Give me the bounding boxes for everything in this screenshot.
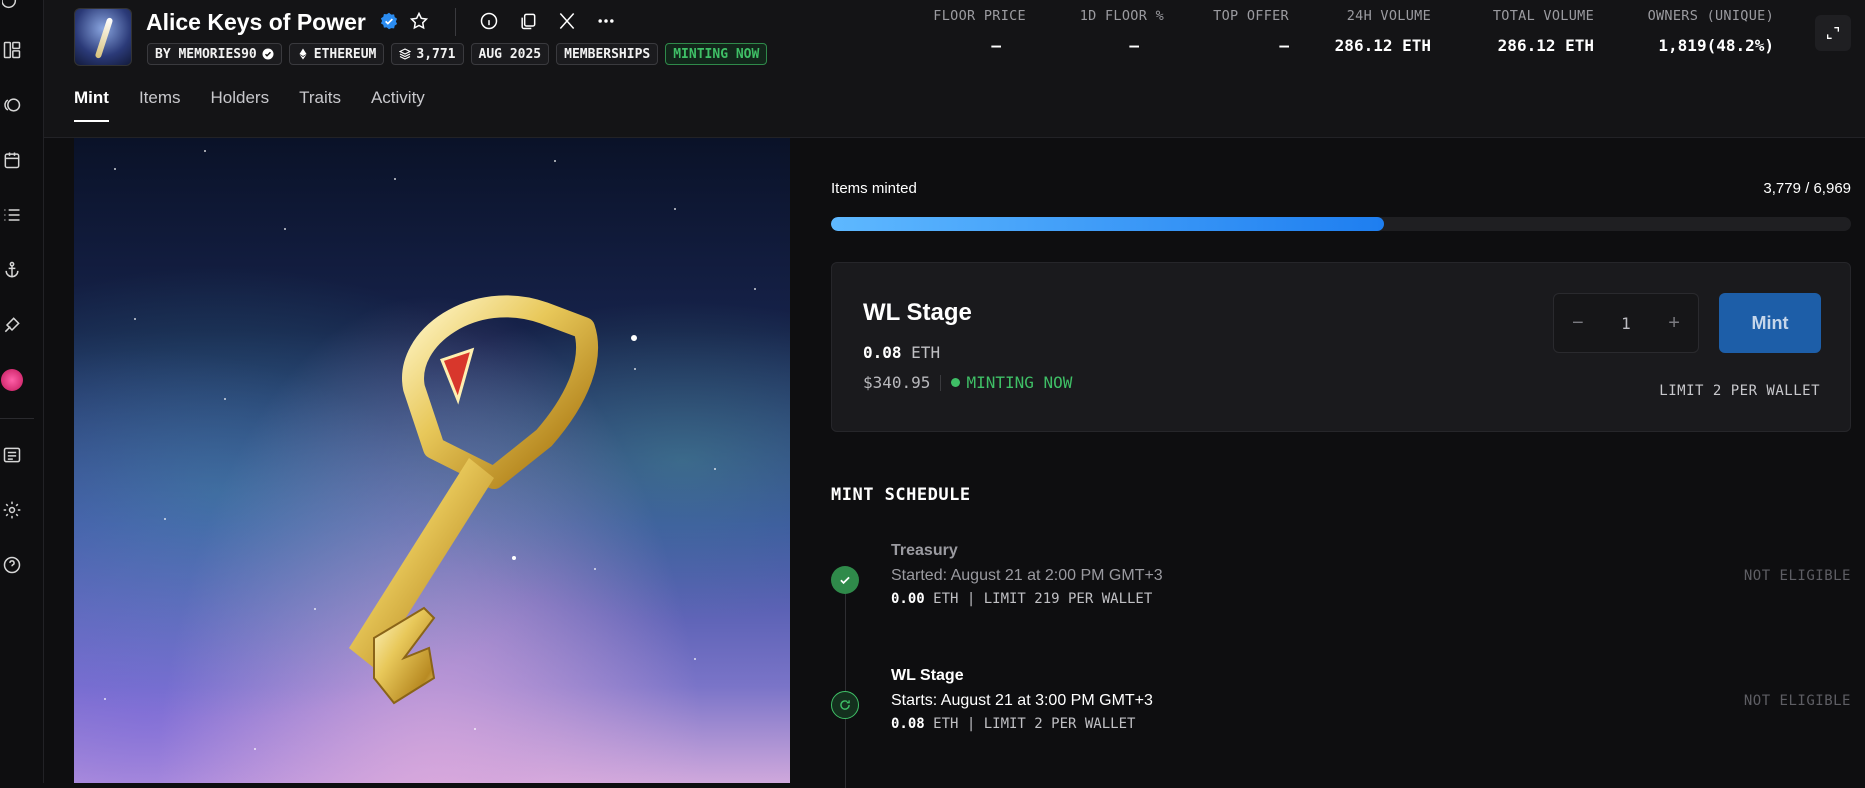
items-minted-count: 3,779 / 6,969 xyxy=(1763,180,1851,197)
eligibility-status: NOT ELIGIBLE xyxy=(1743,693,1851,709)
mint-schedule-title: MINT SCHEDULE xyxy=(831,485,971,505)
stat-owners: OWNERS (UNIQUE) 1,819(48.2%) xyxy=(1647,8,1774,55)
decrease-button[interactable]: − xyxy=(1572,312,1584,335)
schedule-item-name: WL Stage xyxy=(891,667,964,684)
live-dot-icon xyxy=(951,378,961,387)
list-icon[interactable] xyxy=(0,203,24,227)
items-count-label: 3,771 xyxy=(416,46,456,62)
tab-traits[interactable]: Traits xyxy=(299,88,341,122)
mint-panel: Items minted 3,779 / 6,969 WL Stage 0.08… xyxy=(831,138,1851,788)
chain-label: ETHEREUM xyxy=(313,46,377,62)
avatar-icon[interactable] xyxy=(0,368,24,392)
stat-top-offer: TOP OFFER – xyxy=(1213,8,1289,55)
stat-24h-volume: 24H VOLUME 286.12 ETH xyxy=(1334,8,1431,55)
tab-items[interactable]: Items xyxy=(139,88,181,122)
mint-progress-fill xyxy=(831,217,1384,231)
stage-usd-value: $340.95 xyxy=(863,373,931,392)
anchor-icon[interactable] xyxy=(0,258,24,282)
stat-total-volume: TOTAL VOLUME 286.12 ETH xyxy=(1492,8,1594,55)
expand-button[interactable] xyxy=(1815,15,1851,51)
ethereum-icon xyxy=(299,48,307,60)
category-label: MEMBERSHIPS xyxy=(564,46,651,62)
layers-icon xyxy=(399,48,412,60)
schedule-item-details: 0.08 ETH | LIMIT 2 PER WALLET xyxy=(891,716,1136,732)
expand-icon xyxy=(1827,27,1839,39)
x-twitter-icon[interactable] xyxy=(556,10,578,32)
sidebar-divider xyxy=(0,418,34,419)
creator-label: BY MEMORIES90 xyxy=(155,46,257,62)
help-icon[interactable] xyxy=(0,553,24,577)
logo-icon[interactable] xyxy=(0,0,24,16)
mint-button[interactable]: Mint xyxy=(1719,293,1821,353)
grid-icon[interactable] xyxy=(0,38,24,62)
category-chip[interactable]: MEMBERSHIPS xyxy=(556,43,659,65)
creator-chip[interactable]: BY MEMORIES90 xyxy=(147,43,282,65)
stat-floor-price: FLOOR PRICE – xyxy=(933,8,1026,55)
tab-activity[interactable]: Activity xyxy=(371,88,425,122)
mint-stage-card: WL Stage 0.08 ETH $340.95 MINTING NOW − … xyxy=(831,262,1851,432)
minting-status-label: MINTING NOW xyxy=(673,46,760,62)
book-icon[interactable] xyxy=(0,443,24,467)
schedule-timeline-line xyxy=(845,588,846,788)
settings-icon[interactable] xyxy=(0,498,24,522)
quantity-value[interactable]: 1 xyxy=(1621,314,1631,333)
chain-chip[interactable]: ETHEREUM xyxy=(288,43,385,65)
schedule-item-name: Treasury xyxy=(891,542,958,559)
star-icon[interactable] xyxy=(408,10,430,32)
tab-mint[interactable]: Mint xyxy=(74,88,109,122)
stage-status: MINTING NOW xyxy=(951,373,1072,392)
schedule-item-time: Started: August 21 at 2:00 PM GMT+3 xyxy=(891,567,1163,584)
items-minted-label: Items minted xyxy=(831,180,917,197)
schedule-item-time: Starts: August 21 at 3:00 PM GMT+3 xyxy=(891,692,1153,709)
date-chip: AUG 2025 xyxy=(470,43,550,65)
mint-progress-bar xyxy=(831,217,1851,231)
collection-artwork xyxy=(74,138,790,783)
tab-holders[interactable]: Holders xyxy=(211,88,270,122)
stage-name: WL Stage xyxy=(863,299,972,326)
stage-price: 0.08 ETH xyxy=(863,343,941,362)
check-icon xyxy=(831,566,859,594)
bubbles-icon[interactable] xyxy=(0,93,24,117)
schedule-item-details: 0.00 ETH | LIMIT 219 PER WALLET xyxy=(891,591,1153,607)
paint-icon[interactable] xyxy=(0,313,24,337)
live-stage-icon xyxy=(831,691,859,719)
calendar-icon[interactable] xyxy=(0,148,24,172)
left-sidebar xyxy=(0,0,44,783)
collection-title: Alice Keys of Power xyxy=(146,9,366,35)
minting-status-chip: MINTING NOW xyxy=(665,43,768,65)
collection-tabs: Mint Items Holders Traits Activity xyxy=(74,88,425,122)
more-options-icon[interactable] xyxy=(595,10,617,32)
creator-verified-icon xyxy=(262,48,274,60)
copy-icon[interactable] xyxy=(517,10,539,32)
increase-button[interactable]: + xyxy=(1668,312,1680,335)
wallet-limit: LIMIT 2 PER WALLET xyxy=(1659,383,1820,399)
verified-badge-icon xyxy=(380,12,398,30)
collection-chips: BY MEMORIES90 ETHEREUM 3,771 AUG 2025 ME… xyxy=(147,43,768,65)
stat-1d-floor: 1D FLOOR % – xyxy=(1079,8,1164,55)
collection-thumbnail[interactable] xyxy=(74,8,132,66)
info-icon[interactable] xyxy=(478,10,500,32)
stage-usd: $340.95 MINTING NOW xyxy=(863,373,1072,392)
golden-key-icon xyxy=(349,295,637,705)
header-divider xyxy=(455,8,456,36)
quantity-stepper[interactable]: − 1 + xyxy=(1553,293,1699,353)
date-label: AUG 2025 xyxy=(478,46,542,62)
pipe-divider xyxy=(940,374,942,391)
collection-header: Alice Keys of Power BY MEMORIES90 ETHERE… xyxy=(44,0,1865,138)
eligibility-status: NOT ELIGIBLE xyxy=(1743,568,1851,584)
items-count-chip: 3,771 xyxy=(391,43,464,65)
